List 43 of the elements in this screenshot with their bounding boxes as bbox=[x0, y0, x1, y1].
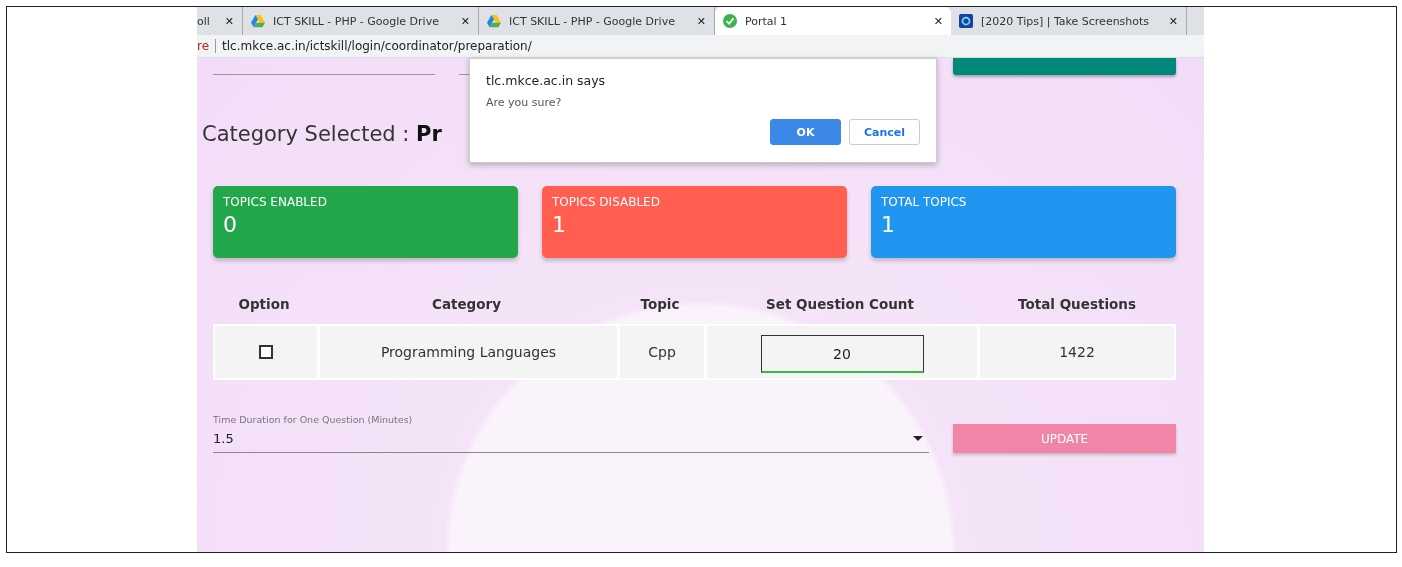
close-icon[interactable]: ✕ bbox=[696, 14, 706, 28]
count-input[interactable]: 20 bbox=[760, 335, 924, 373]
close-icon[interactable]: ✕ bbox=[1168, 14, 1178, 28]
column-header: Total Questions bbox=[1017, 296, 1137, 314]
drive-icon bbox=[251, 14, 265, 28]
security-label: re bbox=[197, 39, 217, 53]
field-label: Time Duration for One Question (Minutes) bbox=[213, 414, 414, 425]
table-cell: 1422 bbox=[980, 326, 1174, 378]
stat-label: TOPICS ENABLED bbox=[223, 195, 328, 209]
tab-title: ICT SKILL - PHP - Google Drive bbox=[509, 14, 676, 28]
close-icon[interactable]: ✕ bbox=[224, 14, 234, 28]
stat-value: 1 bbox=[552, 212, 567, 237]
column-header: Set Question Count bbox=[765, 296, 915, 314]
duration-select[interactable]: Time Duration for One Question (Minutes) 1.5 bbox=[213, 414, 929, 453]
column-header: Category bbox=[431, 296, 502, 314]
caret-icon bbox=[913, 436, 923, 441]
stat-label: TOTAL TOPICS bbox=[881, 195, 968, 209]
tab-title: ICT SKILL - PHP - Google Drive bbox=[273, 14, 440, 28]
check-icon bbox=[723, 14, 737, 28]
checkbox[interactable] bbox=[259, 345, 273, 359]
tab-title: oll bbox=[197, 14, 211, 28]
url-text: tlc.mkce.ac.in/ictskill/login/coordinator/preparation/ bbox=[222, 39, 532, 53]
dialog-message: Are you sure? bbox=[486, 96, 563, 109]
drive-icon bbox=[487, 14, 501, 28]
address-bar[interactable]: re tlc.mkce.ac.in/ictskill/login/coordinator/preparation/ bbox=[197, 35, 1204, 58]
table-cell: Cpp bbox=[620, 326, 704, 378]
site-icon bbox=[959, 14, 973, 28]
category-heading: Category Selected : Pr bbox=[202, 122, 442, 146]
ok-button[interactable]: OK bbox=[770, 119, 841, 145]
dialog-title: tlc.mkce.ac.in says bbox=[486, 73, 607, 88]
select-value: 1.5 bbox=[213, 431, 234, 446]
browser-tab[interactable]: Portal 1 ✕ bbox=[715, 7, 951, 35]
tab-title: [2020 Tips] | Take Screenshots bbox=[981, 14, 1151, 28]
column-header: Option bbox=[237, 296, 291, 314]
close-icon[interactable]: ✕ bbox=[460, 14, 470, 28]
stat-label: TOPICS DISABLED bbox=[552, 195, 661, 209]
cancel-button[interactable]: Cancel bbox=[849, 119, 920, 145]
column-header: Topic bbox=[639, 296, 681, 314]
table-cell: Programming Languages bbox=[320, 326, 617, 378]
stat-value: 0 bbox=[223, 212, 238, 237]
stat-value: 1 bbox=[881, 212, 896, 237]
close-icon[interactable]: ✕ bbox=[933, 14, 943, 28]
tab-title: Portal 1 bbox=[745, 14, 789, 28]
